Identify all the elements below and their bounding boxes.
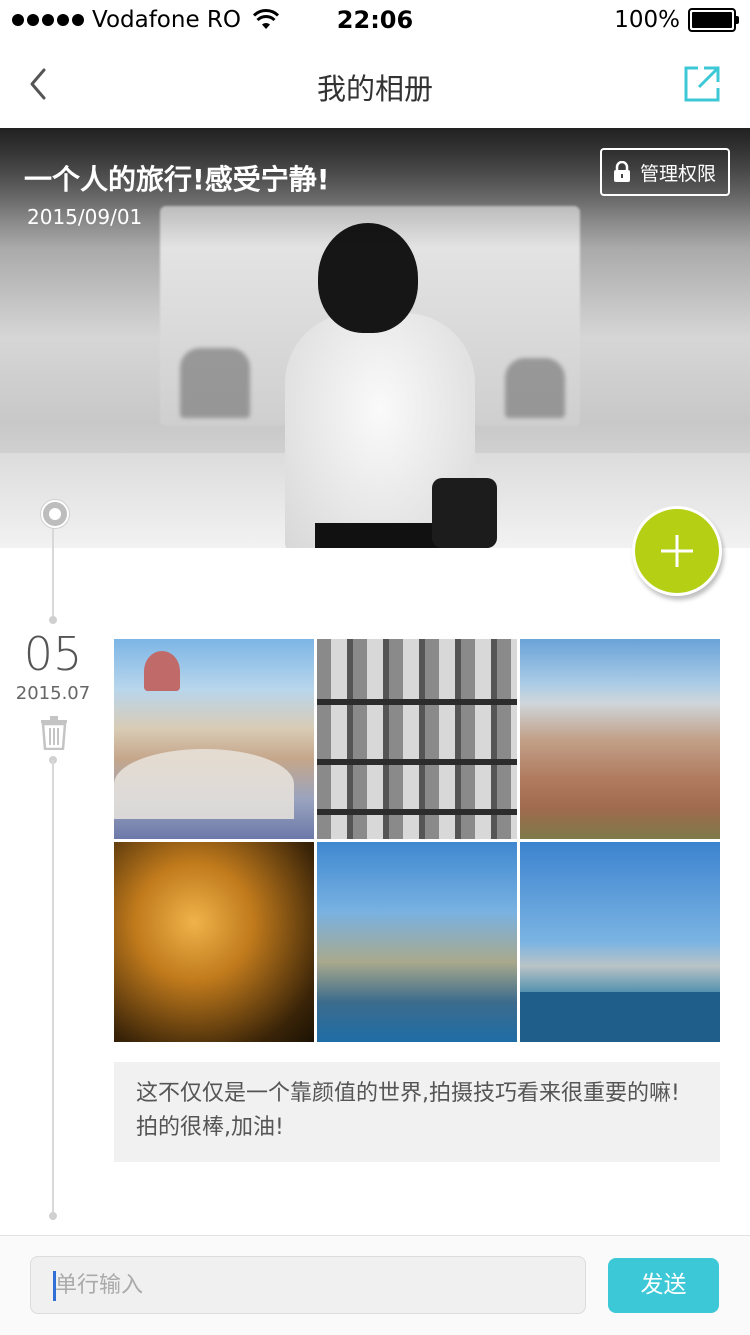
entry-comment: 这不仅仅是一个靠颜值的世界,拍摄技巧看来很重要的嘛!拍的很棒,加油! (114, 1062, 720, 1162)
photo-thumbnail[interactable] (114, 639, 314, 839)
battery-icon (688, 8, 739, 32)
photo-grid (114, 639, 720, 1043)
album-title: 一个人的旅行!感受宁静! (24, 163, 330, 196)
cover-person-legs (315, 523, 445, 548)
cover-bag (432, 478, 497, 548)
battery-percent: 100% (614, 7, 680, 33)
photo-detail (114, 749, 294, 819)
cover-seat (180, 348, 250, 418)
manage-permissions-button[interactable]: 管理权限 (599, 148, 730, 196)
cover-seat (505, 358, 565, 418)
comment-composer: 发送 (0, 1235, 750, 1335)
battery-status: 100% (614, 7, 739, 33)
photo-detail (317, 759, 517, 765)
timeline-line (52, 760, 54, 1220)
photo-thumbnail[interactable] (317, 639, 517, 839)
album-date: 2015/09/01 (27, 205, 143, 229)
timeline-dot (49, 616, 57, 624)
plus-icon (661, 535, 693, 567)
timeline-line (52, 512, 54, 620)
manage-permissions-label: 管理权限 (639, 162, 716, 185)
lock-icon (613, 161, 630, 182)
add-photo-button[interactable] (632, 506, 722, 596)
photo-detail (520, 992, 720, 1042)
text-caret (53, 1271, 56, 1301)
timeline-start-knob (41, 500, 69, 528)
photo-detail (144, 651, 180, 691)
photo-thumbnail[interactable] (317, 842, 517, 1042)
entry-day: 05 (23, 627, 83, 681)
timeline-dot (49, 1212, 57, 1220)
nav-bar: 我的相册 (0, 40, 750, 128)
photo-detail (317, 699, 517, 705)
photo-thumbnail[interactable] (520, 639, 720, 839)
photo-detail (317, 809, 517, 815)
status-bar: Vodafone RO 22:06 100% (0, 0, 750, 40)
photo-thumbnail[interactable] (114, 842, 314, 1042)
photo-thumbnail[interactable] (520, 842, 720, 1042)
share-icon[interactable] (682, 64, 722, 104)
page-title: 我的相册 (316, 72, 433, 106)
album-cover: 一个人的旅行!感受宁静! 2015/09/01 管理权限 (0, 128, 750, 548)
send-button[interactable]: 发送 (608, 1258, 719, 1313)
trash-icon[interactable] (40, 716, 68, 750)
entry-year-month: 2015.07 (15, 683, 91, 704)
comment-input[interactable] (30, 1256, 586, 1314)
